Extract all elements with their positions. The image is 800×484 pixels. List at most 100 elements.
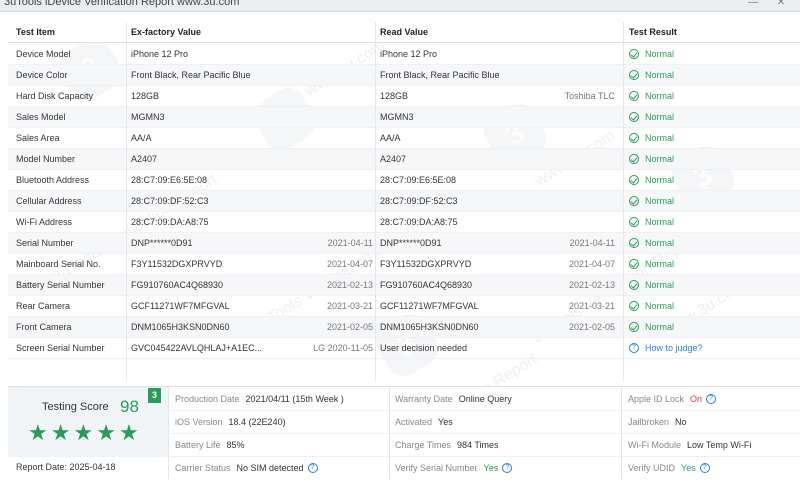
- activated: Activated Yes: [395, 417, 453, 427]
- row-test-item: Screen Serial Number: [16, 343, 105, 353]
- row-read-value: iPhone 12 Pro: [380, 49, 438, 59]
- row-factory-date: 2021-04-07: [326, 259, 373, 269]
- row-factory-value: 128GB: [131, 91, 160, 101]
- result-label: Normal: [645, 91, 675, 101]
- help-icon[interactable]: ?: [307, 462, 318, 473]
- result-label: Normal: [645, 175, 675, 185]
- minimize-icon[interactable]: —: [746, 0, 760, 9]
- check-circle-icon: [629, 132, 639, 143]
- window-titlebar: 3uTools iDevice Verification Report www.…: [0, 0, 800, 12]
- row-test-result: Normal: [629, 275, 779, 296]
- row-divider: [168, 456, 800, 457]
- row-read-value: AA/A: [380, 133, 401, 143]
- score-box: Testing Score 98 3 ★ ★ ★ ★ ★: [8, 387, 168, 457]
- row-read-value: 128GB: [380, 91, 409, 101]
- check-circle-icon: [629, 174, 639, 185]
- row-test-result: Normal: [629, 107, 779, 128]
- row-read-date: [533, 191, 615, 212]
- row-read-value: Front Black, Rear Pacific Blue: [380, 70, 500, 80]
- row-read-date: Toshiba TLC: [564, 91, 615, 101]
- header-test-item: Test Item: [16, 27, 55, 37]
- row-test-item: Serial Number: [16, 238, 74, 248]
- check-circle-icon: [629, 69, 639, 80]
- row-factory-value: MGMN3: [131, 112, 165, 122]
- close-icon[interactable]: ✕: [774, 0, 788, 9]
- check-circle-icon: [629, 300, 639, 311]
- row-factory-date: [291, 149, 373, 170]
- verify-serial-number: Verify Serial Number Yes?: [395, 458, 513, 478]
- verify-udid: Verify UDID Yes?: [628, 458, 710, 478]
- apple-id-lock: Apple ID Lock On?: [628, 389, 717, 409]
- row-divider: [168, 433, 800, 434]
- result-label: Normal: [645, 322, 675, 332]
- row-factory-value: iPhone 12 Pro: [131, 49, 189, 59]
- row-test-item: Device Color: [16, 70, 68, 80]
- column-divider: [375, 22, 376, 381]
- result-label: Normal: [645, 133, 675, 143]
- row-factory-date: 2021-02-05: [326, 322, 373, 332]
- help-icon[interactable]: ?: [699, 462, 710, 473]
- row-read-date: [533, 170, 615, 191]
- row-read-value: FG910760AC4Q68930: [380, 280, 473, 290]
- check-circle-icon: [629, 279, 639, 290]
- charge-times: Charge Times 984 Times: [395, 440, 499, 450]
- row-read-value: GCF11271WF7MFGVAL: [380, 301, 479, 311]
- help-icon[interactable]: ?: [706, 393, 717, 404]
- row-factory-value: DNP******0D91: [131, 238, 193, 248]
- column-divider: [623, 22, 624, 381]
- row-test-result: Normal: [629, 317, 779, 338]
- check-circle-icon: [629, 216, 639, 227]
- warranty-date: Warranty Date Online Query: [395, 394, 512, 404]
- result-label: Normal: [645, 196, 675, 206]
- result-label: Normal: [645, 238, 675, 248]
- battery-life: Battery Life 85%: [175, 440, 245, 450]
- result-label: Normal: [645, 280, 675, 290]
- column-divider: [126, 22, 127, 381]
- report-date: Report Date: 2025-04-18: [16, 462, 116, 472]
- testing-score-value: 98: [120, 397, 139, 416]
- row-read-value: DNP******0D91: [380, 238, 442, 248]
- row-test-item: Mainboard Serial No.: [16, 259, 101, 269]
- row-test-item: Rear Camera: [16, 301, 71, 311]
- row-test-result: Normal: [629, 254, 779, 275]
- result-label: Normal: [645, 70, 675, 80]
- check-circle-icon: [629, 237, 639, 248]
- row-test-item: Hard Disk Capacity: [16, 91, 94, 101]
- how-to-judge-link[interactable]: How to judge?: [645, 343, 703, 353]
- row-test-item: Wi-Fi Address: [16, 217, 73, 227]
- row-read-date: 2021-04-07: [568, 259, 615, 269]
- row-factory-date: 2021-03-21: [326, 301, 373, 311]
- row-factory-value: A2407: [131, 154, 158, 164]
- help-icon[interactable]: ?: [502, 462, 513, 473]
- row-divider: [168, 410, 800, 411]
- jailbroken: Jailbroken No: [628, 417, 687, 427]
- row-factory-value: 28:C7:09:DA:A8:75: [131, 217, 209, 227]
- row-test-item: Front Camera: [16, 322, 72, 332]
- row-read-date: [533, 212, 615, 233]
- star-icon: ★: [118, 420, 139, 445]
- row-factory-value: GVC045422AVLQHLAJ+A1EC...: [131, 343, 263, 353]
- row-factory-date: 2021-02-13: [326, 280, 373, 290]
- row-factory-date: [291, 86, 373, 107]
- row-test-result: Normal: [629, 86, 779, 107]
- summary-panel: Testing Score 98 3 ★ ★ ★ ★ ★ Report Date: 20…: [8, 386, 800, 482]
- row-test-item: Sales Model: [16, 112, 66, 122]
- online-query-link[interactable]: Online Query: [459, 394, 512, 404]
- row-read-value: 28:C7:09:DA:A8:75: [380, 217, 458, 227]
- row-read-date: [533, 149, 615, 170]
- row-read-date: 2021-02-13: [568, 280, 615, 290]
- row-test-result: Normal: [629, 128, 779, 149]
- row-test-item: Sales Area: [16, 133, 60, 143]
- row-test-result: Normal: [629, 296, 779, 317]
- row-factory-date: [291, 44, 373, 65]
- row-read-value: MGMN3: [380, 112, 414, 122]
- window-title: 3uTools iDevice Verification Report www.…: [4, 0, 240, 8]
- row-factory-value: AA/A: [131, 133, 152, 143]
- row-test-result: Normal: [629, 149, 779, 170]
- row-factory-value: DNM1065H3KSN0DN60: [131, 322, 230, 332]
- check-circle-icon: [629, 90, 639, 101]
- row-test-result[interactable]: ? How to judge?: [629, 338, 779, 359]
- result-label: Normal: [645, 49, 675, 59]
- row-read-date: [533, 65, 615, 86]
- header-ex-factory-value: Ex-factory Value: [131, 27, 202, 37]
